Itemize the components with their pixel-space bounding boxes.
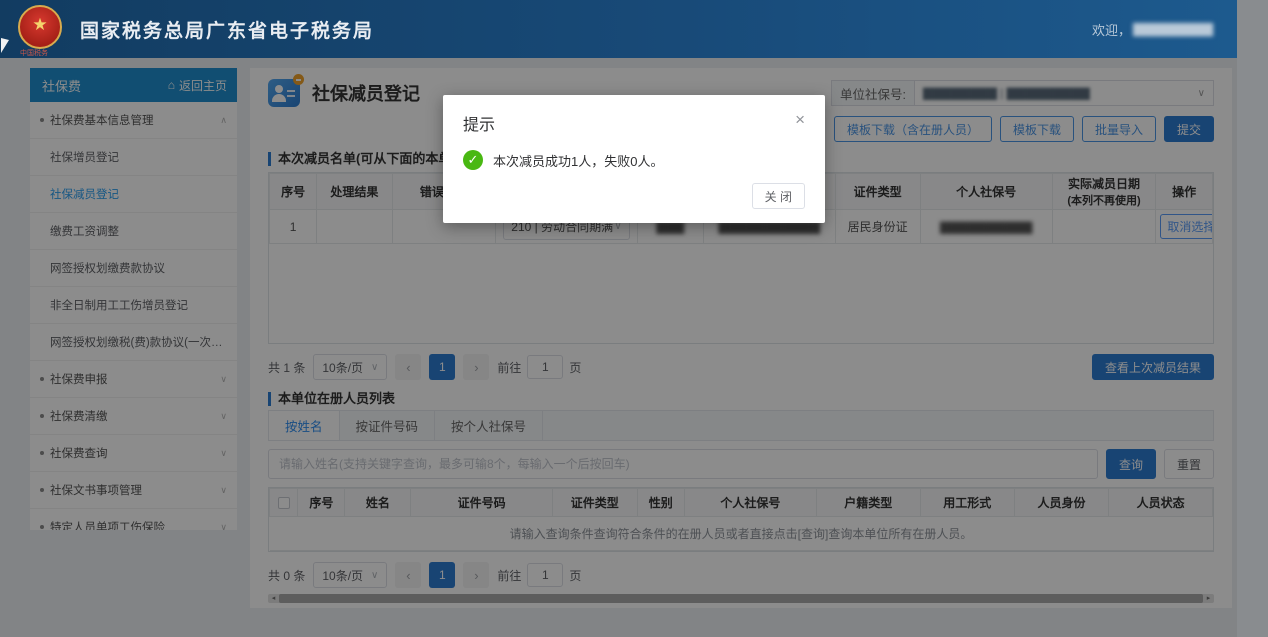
alert-dialog: 提示 × ✓ 本次减员成功1人，失败0人。 关 闭 — [443, 95, 825, 223]
dialog-title: 提示 — [463, 111, 495, 135]
site-title: 国家税务总局广东省电子税务局 — [80, 16, 374, 43]
desktop-edge-strip — [1237, 0, 1268, 637]
emblem-caption: 中国税务 — [20, 48, 48, 58]
welcome-name-redacted: ▇▇▇▇▇▇▇▇ — [1133, 21, 1213, 37]
success-icon: ✓ — [463, 150, 483, 170]
welcome-text: 欢迎， ▇▇▇▇▇▇▇▇ — [1092, 20, 1213, 39]
close-icon[interactable]: × — [795, 111, 805, 128]
national-emblem-icon: ★ 中国税务 — [18, 0, 66, 58]
dialog-message: 本次减员成功1人，失败0人。 — [493, 151, 663, 170]
screen: ★ 中国税务 国家税务总局广东省电子税务局 欢迎， ▇▇▇▇▇▇▇▇ 社保费 ⌂… — [0, 0, 1268, 637]
top-header: ★ 中国税务 国家税务总局广东省电子税务局 欢迎， ▇▇▇▇▇▇▇▇ — [0, 0, 1237, 58]
dialog-close-button[interactable]: 关 闭 — [752, 183, 805, 209]
mouse-cursor — [1, 38, 9, 53]
